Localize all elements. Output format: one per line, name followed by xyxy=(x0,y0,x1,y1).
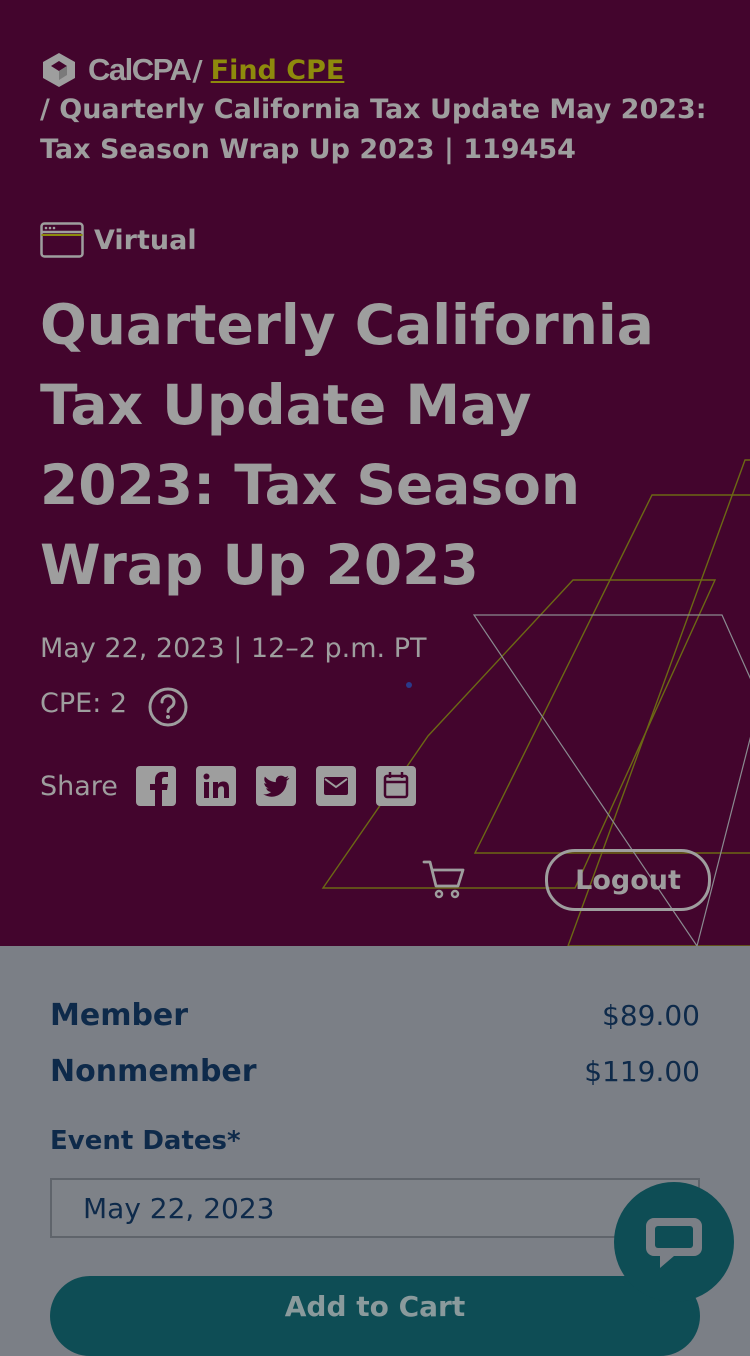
event-dates-label: Event Dates* xyxy=(50,1126,241,1156)
breadcrumb-separator: / xyxy=(192,53,203,87)
breadcrumb-current-page: / Quarterly California Tax Update May 20… xyxy=(40,94,707,165)
live-chat-button[interactable] xyxy=(614,1182,734,1302)
help-question-icon[interactable] xyxy=(147,686,189,728)
event-cpe-credits: CPE: 2 xyxy=(40,688,128,719)
share-row: Share xyxy=(40,766,436,806)
breadcrumb-link-find-cpe[interactable]: Find CPE xyxy=(211,55,345,86)
event-date-selected-value: May 22, 2023 xyxy=(83,1191,275,1225)
event-date-select[interactable]: May 22, 2023 xyxy=(50,1178,700,1238)
breadcrumb: CalCPA / Find CPE xyxy=(40,50,344,90)
twitter-icon[interactable] xyxy=(256,766,296,806)
event-hero: CalCPA / Find CPE / Quarterly California… xyxy=(0,0,750,946)
share-label: Share xyxy=(40,770,118,802)
browser-window-icon xyxy=(40,222,84,258)
chat-bubble-icon xyxy=(646,1218,702,1268)
email-icon[interactable] xyxy=(316,766,356,806)
nonmember-price-label: Nonmember xyxy=(50,1054,257,1089)
nonmember-price-value: $119.00 xyxy=(584,1055,700,1088)
member-price-label: Member xyxy=(50,998,189,1033)
calcpa-logo-text[interactable]: CalCPA xyxy=(88,52,192,88)
member-price-row: Member $89.00 xyxy=(50,998,700,1033)
calendar-icon[interactable] xyxy=(376,766,416,806)
nonmember-price-row: Nonmember $119.00 xyxy=(50,1054,700,1089)
facebook-icon[interactable] xyxy=(136,766,176,806)
event-date-time: May 22, 2023 | 12–2 p.m. PT xyxy=(40,633,427,664)
calcpa-logo-icon xyxy=(43,53,75,87)
linkedin-icon[interactable] xyxy=(196,766,236,806)
add-to-cart-button[interactable]: Add to Cart xyxy=(50,1276,700,1356)
event-title: Quarterly California Tax Update May 2023… xyxy=(40,293,654,597)
event-format-label: Virtual xyxy=(94,224,197,256)
logout-button[interactable]: Logout xyxy=(545,849,711,911)
event-format: Virtual xyxy=(40,222,197,258)
member-price-value: $89.00 xyxy=(602,999,700,1032)
cart-icon[interactable] xyxy=(422,858,466,900)
